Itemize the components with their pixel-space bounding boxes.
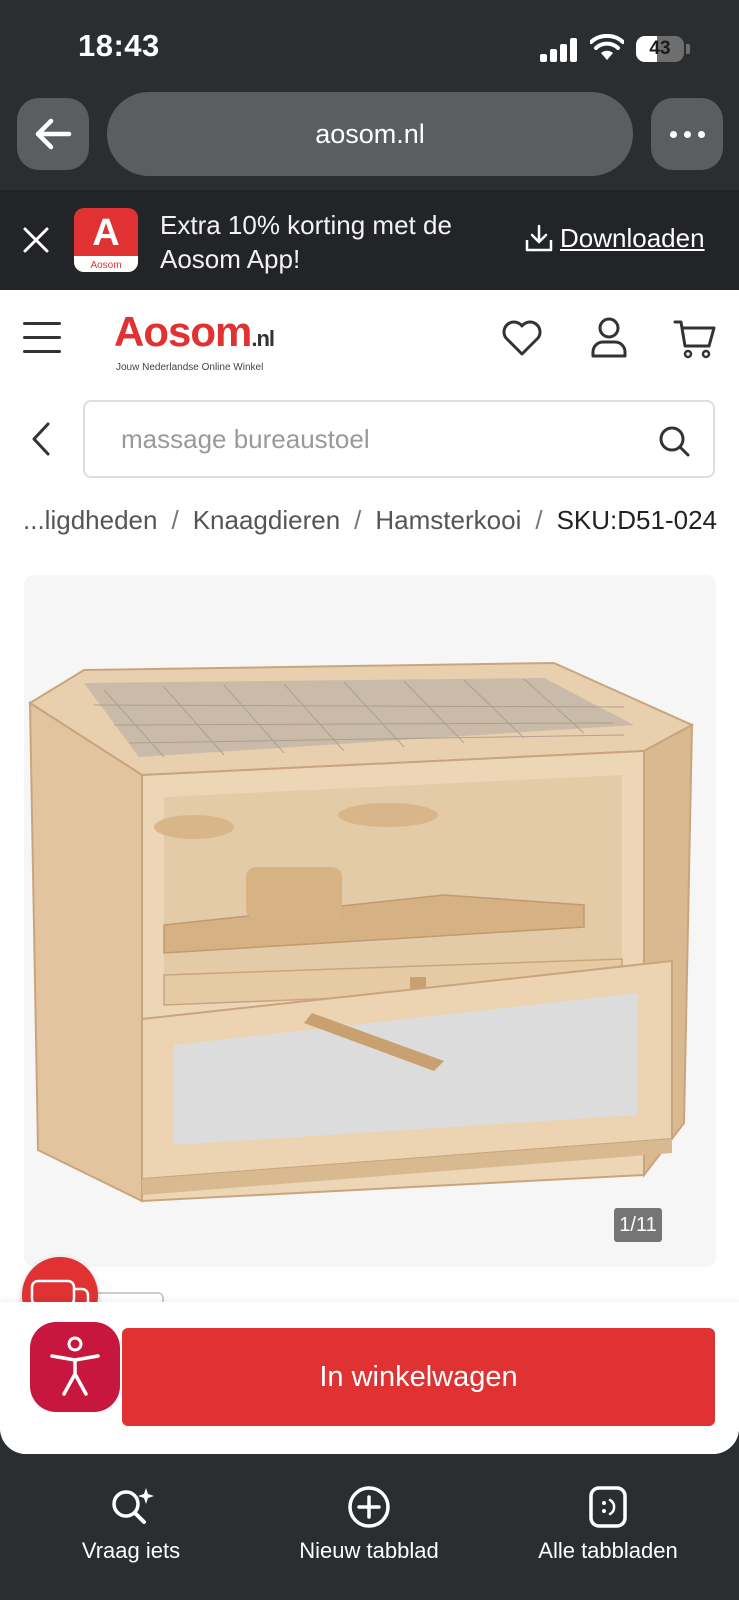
- logo-tld: .nl: [251, 326, 275, 351]
- browser-back-button[interactable]: [17, 98, 89, 170]
- ask-button[interactable]: Vraag iets: [31, 1484, 231, 1564]
- product-image[interactable]: [24, 575, 716, 1267]
- status-bar: 18:43 43: [0, 0, 739, 92]
- battery-tip: [686, 44, 690, 54]
- arrow-left-icon: [35, 118, 72, 150]
- breadcrumb-item[interactable]: Knaagdieren: [193, 505, 340, 535]
- accessibility-button[interactable]: [30, 1322, 120, 1412]
- search-input[interactable]: [121, 402, 621, 476]
- breadcrumb-separator: /: [535, 505, 543, 535]
- battery-percent: 43: [649, 38, 671, 59]
- image-counter: 1/11: [614, 1208, 662, 1242]
- web-page: Aosom.nl Jouw Nederlandse Online Winkel: [0, 290, 739, 1454]
- breadcrumb-current: SKU:D51-024: [556, 505, 717, 535]
- tabs-icon: [589, 1486, 627, 1528]
- search-box[interactable]: [83, 400, 715, 478]
- dot-icon: [670, 131, 677, 138]
- ask-label: Vraag iets: [81, 1538, 181, 1563]
- logo-tagline: Jouw Nederlandse Online Winkel: [116, 362, 264, 373]
- app-download-banner: A Aosom Extra 10% korting met de Aosom A…: [0, 190, 739, 290]
- new-tab-label: Nieuw tabblad: [299, 1538, 439, 1563]
- dot-icon: [698, 131, 705, 138]
- site-logo[interactable]: Aosom.nl Jouw Nederlandse Online Winkel: [114, 308, 284, 373]
- cart-icon[interactable]: [673, 318, 717, 360]
- breadcrumb-item[interactable]: ...ligdheden: [23, 505, 157, 535]
- search-icon[interactable]: [657, 424, 691, 458]
- download-label: Downloaden: [560, 222, 705, 253]
- url-bar[interactable]: aosom.nl: [107, 92, 697, 176]
- sticky-cart-bar: In winkelwagen: [0, 1302, 739, 1454]
- download-icon: [525, 224, 553, 252]
- app-icon-letter: A: [92, 212, 120, 254]
- hamster-cage-image: [28, 661, 695, 1203]
- menu-icon[interactable]: [23, 320, 63, 354]
- accessibility-icon: [50, 1336, 100, 1396]
- search-sparkle-icon: [112, 1488, 154, 1524]
- dot-icon: [684, 131, 691, 138]
- site-header: Aosom.nl Jouw Nederlandse Online Winkel: [0, 290, 739, 390]
- add-to-cart-button[interactable]: In winkelwagen: [122, 1328, 715, 1426]
- browser-toolbar: aosom.nl: [0, 92, 739, 190]
- all-tabs-label: Alle tabbladen: [538, 1538, 678, 1563]
- heart-icon[interactable]: [500, 318, 544, 358]
- user-icon[interactable]: [590, 316, 628, 358]
- breadcrumb-item[interactable]: Hamsterkooi: [375, 505, 521, 535]
- banner-promo-text: Extra 10% korting met de Aosom App!: [160, 210, 452, 274]
- cellular-signal-icon: [540, 38, 578, 62]
- url-text: aosom.nl: [315, 119, 425, 149]
- download-link[interactable]: Downloaden: [524, 220, 705, 256]
- aosom-app-icon: A Aosom: [74, 208, 138, 272]
- more-options-button[interactable]: [651, 98, 723, 170]
- all-tabs-button[interactable]: Alle tabbladen: [508, 1484, 708, 1564]
- wifi-icon: [590, 34, 624, 60]
- new-tab-button[interactable]: Nieuw tabblad: [269, 1484, 469, 1564]
- plus-circle-icon: [348, 1486, 390, 1528]
- breadcrumb: ...ligdheden / Knaagdieren / Hamsterkooi / SKU…: [22, 498, 717, 542]
- breadcrumb-separator: /: [354, 505, 362, 535]
- browser-bottom-bar: Vraag iets Nieuw tabblad Alle tabbladen: [0, 1454, 739, 1600]
- app-icon-label: Aosom: [90, 260, 122, 271]
- close-icon[interactable]: [22, 226, 50, 254]
- status-time: 18:43: [78, 28, 160, 63]
- battery-icon: 43: [636, 36, 684, 62]
- logo-text: Aosom: [114, 308, 252, 355]
- chevron-left-icon[interactable]: [30, 420, 54, 458]
- search-row: [0, 400, 739, 480]
- breadcrumb-separator: /: [171, 505, 179, 535]
